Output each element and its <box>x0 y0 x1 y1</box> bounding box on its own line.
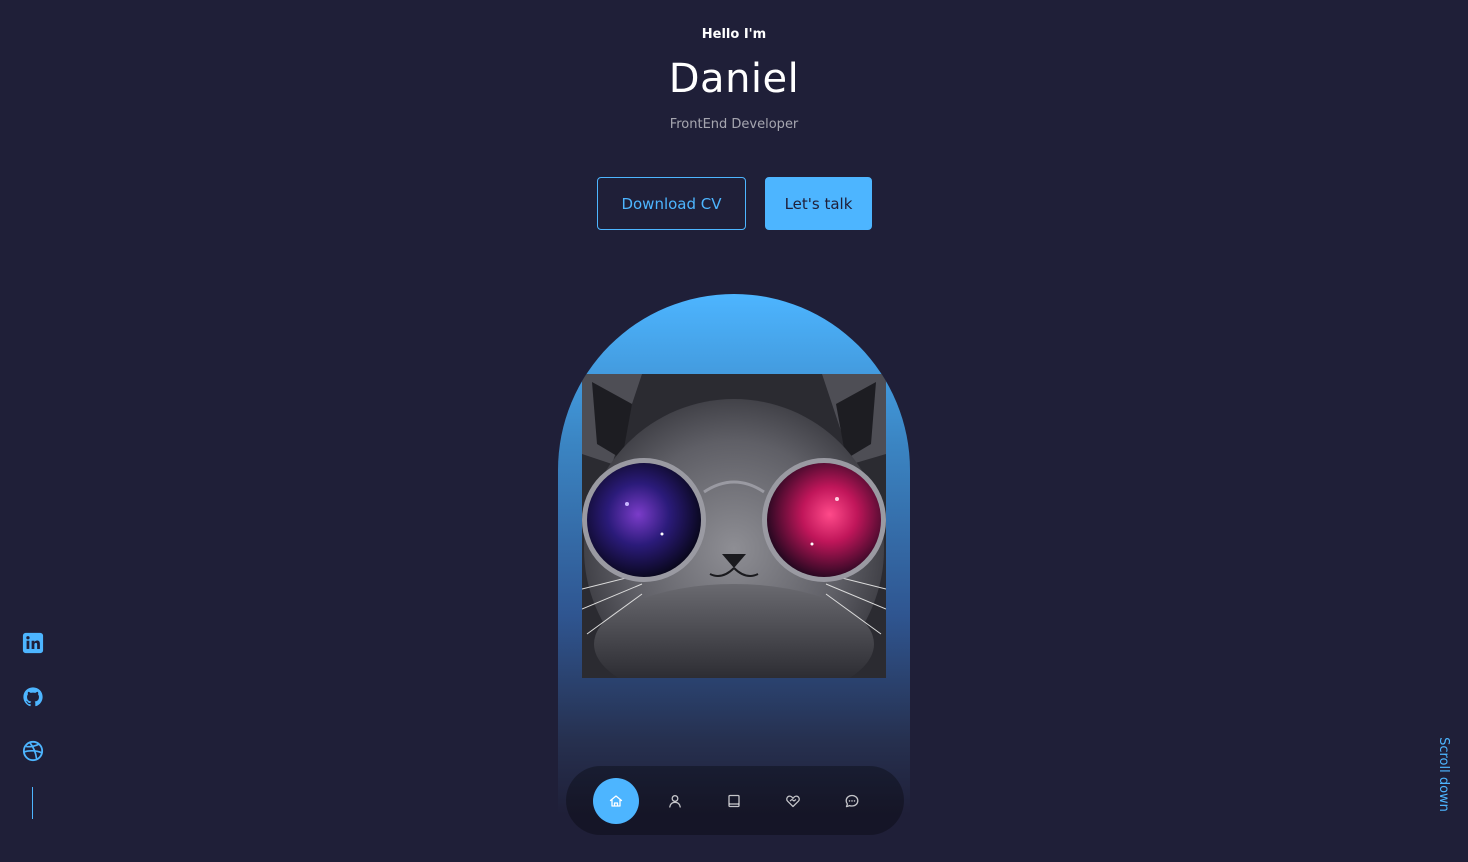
nav-item-home[interactable] <box>593 777 639 824</box>
nav-item-about[interactable] <box>652 778 698 824</box>
github-icon <box>23 687 43 707</box>
download-cv-button[interactable]: Download CV <box>597 177 746 230</box>
user-icon <box>669 794 681 808</box>
nav-item-experience[interactable] <box>711 778 757 824</box>
greeting-text: Hello I'm <box>701 27 767 42</box>
dribbble-link[interactable] <box>22 740 44 762</box>
book-icon <box>728 794 740 807</box>
nav-item-services[interactable] <box>770 778 816 824</box>
scroll-down-label: Scroll down <box>1435 736 1451 812</box>
bottom-nav <box>566 766 904 835</box>
dribbble-icon <box>22 740 44 762</box>
hero-role: FrontEnd Developer <box>669 117 799 132</box>
profile-photo <box>582 374 886 678</box>
cta-buttons: Download CV Let's talk <box>597 177 872 230</box>
github-link[interactable] <box>22 686 44 708</box>
profile-photo-frame <box>558 294 910 814</box>
cat-with-sunglasses-image <box>582 374 886 678</box>
message-icon <box>845 794 859 807</box>
social-divider-line <box>32 787 33 819</box>
linkedin-icon <box>22 632 44 654</box>
services-icon <box>786 795 800 807</box>
nav-item-contact[interactable] <box>829 778 875 824</box>
social-links <box>22 632 44 762</box>
portfolio-page: Hello I'm Daniel FrontEnd Developer Down… <box>0 0 1468 862</box>
lets-talk-button[interactable]: Let's talk <box>765 177 872 230</box>
home-icon <box>609 794 623 807</box>
hero-name: Daniel <box>668 56 800 102</box>
linkedin-link[interactable] <box>22 632 44 654</box>
scroll-down-link[interactable]: Scroll down <box>1426 732 1460 816</box>
